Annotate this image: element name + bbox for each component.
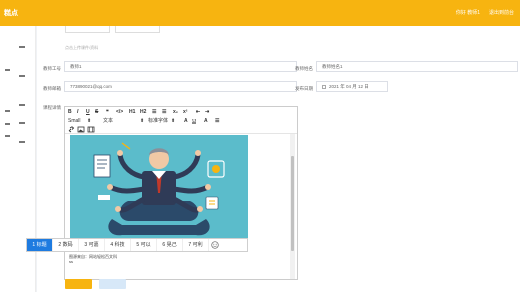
- font-select[interactable]: 文本: [103, 119, 113, 124]
- outdent-button[interactable]: ⇤: [196, 110, 200, 115]
- sidebar-item-6[interactable]: [5, 123, 10, 125]
- sidebar-item-1[interactable]: [19, 46, 25, 48]
- underline-button[interactable]: U: [86, 110, 90, 115]
- italic-button[interactable]: I: [77, 110, 78, 115]
- teacher-id-label: 教师工号: [43, 66, 61, 71]
- sidebar-item-9[interactable]: [19, 141, 25, 143]
- date-label: 发布日期: [295, 86, 313, 91]
- bullet-list-button[interactable]: ☰: [162, 110, 166, 115]
- editor-text: ss: [69, 259, 73, 264]
- quote-button[interactable]: ❝: [106, 110, 109, 115]
- top-bar: 糕点 你好 教师1 退出到前台: [0, 0, 520, 26]
- date-picker[interactable]: 2021 年 04 月 12 日: [316, 81, 388, 92]
- header-select-arrow-icon[interactable]: ⬍: [171, 119, 175, 124]
- upload-box-2[interactable]: [115, 26, 160, 33]
- h2-button[interactable]: H2: [140, 110, 146, 115]
- image-icon[interactable]: [77, 126, 85, 133]
- ime-candidate-1[interactable]: 1 标题: [27, 239, 53, 251]
- cancel-button[interactable]: [99, 279, 126, 289]
- teacher-name-label: 教师姓名: [295, 66, 313, 71]
- font-family-button[interactable]: A: [204, 119, 208, 124]
- bold-button[interactable]: B: [68, 110, 72, 115]
- logout-link[interactable]: 退出到前台: [489, 9, 514, 16]
- emoji-icon[interactable]: [209, 239, 221, 251]
- sidebar-item-4[interactable]: [19, 104, 25, 106]
- code-button[interactable]: </>: [116, 110, 123, 115]
- link-icon[interactable]: [68, 126, 75, 133]
- upload-box-1[interactable]: [65, 26, 110, 33]
- subscript-button[interactable]: x₂: [173, 110, 178, 115]
- calendar-icon: [322, 84, 326, 89]
- date-value: 2021 年 04 月 12 日: [329, 84, 369, 89]
- ime-candidate-bar: 1 标题 2 数码 3 可嘉 4 科技 5 可以 6 晃己 7 可利: [26, 238, 248, 252]
- size-select[interactable]: Small: [68, 119, 81, 124]
- main-content: 点击上传课件/资料 教师工号 教师1 教师姓名 教师姓名1 教师邮箱 77389…: [37, 26, 520, 292]
- rich-text-editor[interactable]: B I U S ❝ </> H1 H2 ☰ ☰ x₂ x² ⇤ ⇥ Small …: [64, 106, 298, 280]
- h1-button[interactable]: H1: [129, 110, 135, 115]
- teacher-name-input[interactable]: 教师姓名1: [316, 61, 518, 72]
- background-color-button[interactable]: A: [192, 119, 196, 124]
- sidebar-item-2[interactable]: [5, 69, 10, 71]
- strike-button[interactable]: S: [95, 110, 98, 115]
- email-label: 教师邮箱: [43, 86, 61, 91]
- ordered-list-button[interactable]: ☰: [152, 110, 156, 115]
- text-color-button[interactable]: A: [184, 119, 188, 124]
- editor-scrollbar[interactable]: [290, 134, 295, 279]
- superscript-button[interactable]: x²: [183, 110, 187, 115]
- ime-candidate-5[interactable]: 5 可以: [131, 239, 157, 251]
- sidebar-item-7[interactable]: [19, 122, 25, 124]
- ime-candidate-7[interactable]: 7 可利: [183, 239, 209, 251]
- size-select-arrow-icon[interactable]: ⬍: [87, 119, 91, 124]
- user-greeting[interactable]: 你好 教师1: [456, 9, 480, 16]
- sidebar-item-5[interactable]: [5, 110, 10, 112]
- sidebar: [0, 26, 36, 292]
- teacher-id-input[interactable]: 教师1: [64, 61, 297, 72]
- sidebar-item-3[interactable]: [19, 75, 25, 77]
- header-select[interactable]: 标准字体: [148, 119, 168, 124]
- email-input[interactable]: 773890021@qq.com: [64, 81, 297, 92]
- align-button[interactable]: ☰: [215, 119, 219, 124]
- indent-button[interactable]: ⇥: [205, 110, 209, 115]
- brand-logo: 糕点: [4, 10, 18, 17]
- ime-candidate-6[interactable]: 6 晃己: [157, 239, 183, 251]
- upload-hint: 点击上传课件/资料: [65, 45, 99, 50]
- insert-toolbar: [68, 126, 95, 133]
- top-links: 你好 教师1 退出到前台: [456, 9, 514, 16]
- editor-toolbar: B I U S ❝ </> H1 H2 ☰ ☰ x₂ x² ⇤ ⇥ Small …: [65, 107, 297, 134]
- editor-scrollbar-thumb[interactable]: [291, 156, 294, 251]
- save-button[interactable]: [65, 279, 92, 289]
- sidebar-item-8[interactable]: [5, 135, 10, 137]
- illustration-image: [70, 135, 248, 252]
- ime-candidate-4[interactable]: 4 科技: [105, 239, 131, 251]
- ime-candidate-3[interactable]: 3 可嘉: [79, 239, 105, 251]
- image-caption: 图源来自：网站轻松百文科: [69, 254, 117, 259]
- ime-candidate-2[interactable]: 2 数码: [53, 239, 79, 251]
- video-icon[interactable]: [87, 126, 95, 133]
- detail-label: 课程详情: [43, 105, 61, 110]
- font-select-arrow-icon[interactable]: ⬍: [140, 119, 144, 124]
- editor-content[interactable]: 图源来自：网站轻松百文科 ss: [65, 134, 297, 279]
